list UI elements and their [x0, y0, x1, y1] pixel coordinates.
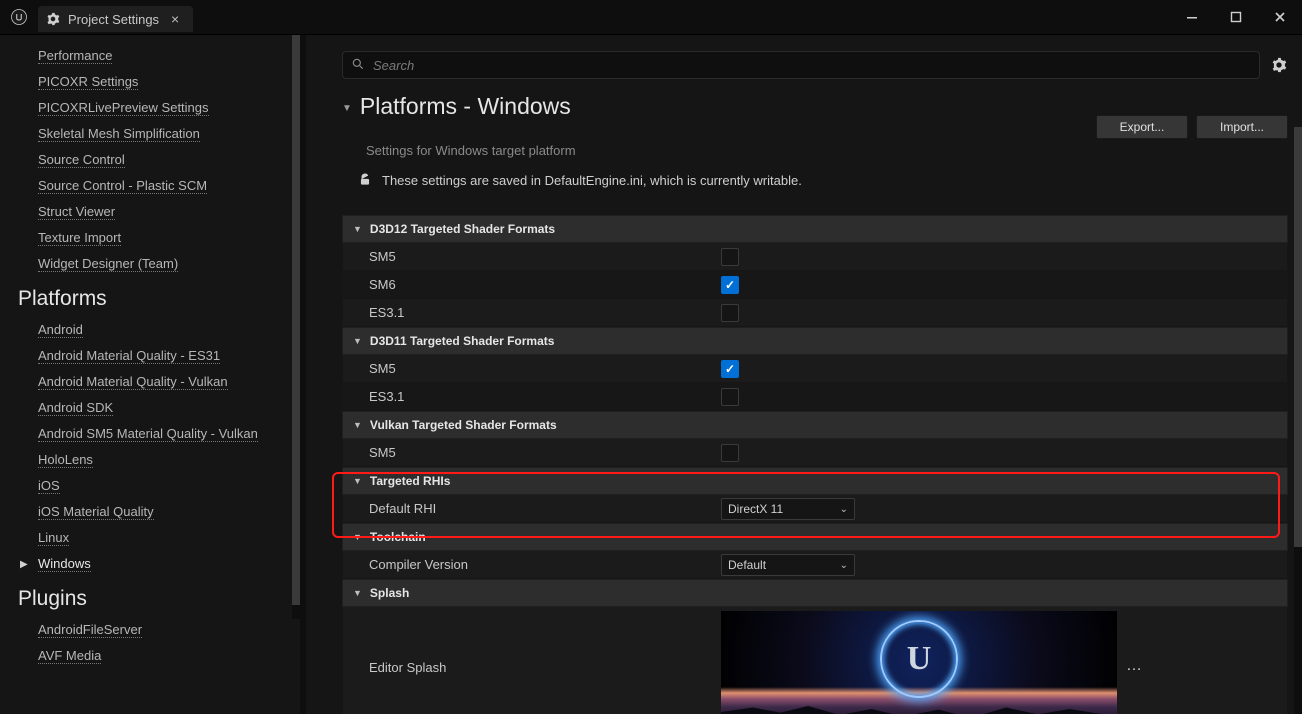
caret-down-icon[interactable]: ▼	[342, 103, 352, 114]
checkbox-d3d11-sm5[interactable]	[721, 360, 739, 378]
sidebar-item-avf-media[interactable]: AVF Media	[0, 643, 300, 669]
sidebar-item-hololens[interactable]: HoloLens	[0, 447, 300, 473]
search-input[interactable]	[371, 57, 1251, 74]
sidebar-group-plugins: AndroidFileServer AVF Media	[0, 617, 300, 669]
caret-down-icon: ▼	[353, 476, 362, 486]
row-compiler-version: Compiler Version Default⌄	[342, 551, 1288, 579]
settings-gear-button[interactable]	[1270, 56, 1288, 74]
row-vulkan-sm5: SM5	[342, 439, 1288, 467]
sidebar-item-source-control[interactable]: Source Control	[0, 147, 300, 173]
caret-down-icon: ▼	[353, 588, 362, 598]
sidebar-item-ios[interactable]: iOS	[0, 473, 300, 499]
dropdown-compiler-version[interactable]: Default⌄	[721, 554, 855, 576]
search-icon	[351, 57, 365, 74]
row-d3d11-sm5: SM5	[342, 355, 1288, 383]
sidebar-item-picoxr-live-preview[interactable]: PICOXRLivePreview Settings	[0, 95, 300, 121]
checkbox-d3d11-es31[interactable]	[721, 388, 739, 406]
section-splash-header[interactable]: ▼Splash	[342, 579, 1288, 607]
caret-down-icon: ▼	[353, 224, 362, 234]
checkbox-vulkan-sm5[interactable]	[721, 444, 739, 462]
caret-right-icon: ▶	[20, 559, 28, 570]
sidebar-item-android[interactable]: Android	[0, 317, 300, 343]
sidebar-item-picoxr-settings[interactable]: PICOXR Settings	[0, 69, 300, 95]
caret-down-icon: ▼	[353, 336, 362, 346]
main-scrollbar-thumb[interactable]	[1294, 127, 1302, 547]
sidebar-item-android-sdk[interactable]: Android SDK	[0, 395, 300, 421]
row-d3d12-sm6: SM6	[342, 271, 1288, 299]
sidebar-group-editor: Performance PICOXR Settings PICOXRLivePr…	[0, 43, 300, 277]
close-button[interactable]	[1258, 0, 1302, 34]
sidebar-item-linux[interactable]: Linux	[0, 525, 300, 551]
row-d3d11-es31: ES3.1	[342, 383, 1288, 411]
chevron-down-icon: ⌄	[840, 560, 848, 571]
window-controls	[1170, 0, 1302, 34]
row-d3d12-es31: ES3.1	[342, 299, 1288, 327]
sidebar-item-android-sm5-mq-vulkan[interactable]: Android SM5 Material Quality - Vulkan	[0, 421, 300, 447]
sidebar-item-source-control-plastic[interactable]: Source Control - Plastic SCM	[0, 173, 300, 199]
sidebar-item-ios-material-quality[interactable]: iOS Material Quality	[0, 499, 300, 525]
sidebar-group-platforms: Android Android Material Quality - ES31 …	[0, 317, 300, 577]
page-title: ▼ Platforms - Windows	[342, 93, 1096, 120]
section-vulkan-header[interactable]: ▼Vulkan Targeted Shader Formats	[342, 411, 1288, 439]
maximize-button[interactable]	[1214, 0, 1258, 34]
sidebar-heading-platforms: Platforms	[0, 277, 300, 317]
sidebar-item-android-mq-vulkan[interactable]: Android Material Quality - Vulkan	[0, 369, 300, 395]
sidebar-item-performance[interactable]: Performance	[0, 43, 300, 69]
sidebar-item-androidfileserver[interactable]: AndroidFileServer	[0, 617, 300, 643]
tab-title: Project Settings	[68, 12, 159, 27]
settings-main: ▼ Platforms - Windows Export... Import..…	[306, 35, 1302, 714]
app-logo-icon	[10, 8, 28, 26]
unlock-icon	[358, 172, 372, 188]
caret-down-icon: ▼	[353, 420, 362, 430]
sidebar-item-windows[interactable]: ▶Windows	[0, 551, 300, 577]
page-subtitle: Settings for Windows target platform	[342, 139, 1288, 168]
checkbox-d3d12-es31[interactable]	[721, 304, 739, 322]
sidebar-item-struct-viewer[interactable]: Struct Viewer	[0, 199, 300, 225]
search-input-wrapper[interactable]	[342, 51, 1260, 79]
caret-down-icon: ▼	[353, 532, 362, 542]
sidebar-scrollbar-thumb[interactable]	[292, 35, 300, 605]
sidebar-item-android-mq-es31[interactable]: Android Material Quality - ES31	[0, 343, 300, 369]
section-toolchain-header[interactable]: ▼Toolchain	[342, 523, 1288, 551]
sidebar-item-texture-import[interactable]: Texture Import	[0, 225, 300, 251]
editor-splash-preview[interactable]: U	[721, 611, 1117, 714]
checkbox-d3d12-sm5[interactable]	[721, 248, 739, 266]
row-editor-splash: Editor Splash U …	[342, 607, 1288, 714]
row-d3d12-sm5: SM5	[342, 243, 1288, 271]
export-button[interactable]: Export...	[1096, 115, 1188, 139]
import-button[interactable]: Import...	[1196, 115, 1288, 139]
tab-close-icon[interactable]: ×	[167, 11, 183, 27]
sidebar-item-skeletal-mesh-simplification[interactable]: Skeletal Mesh Simplification	[0, 121, 300, 147]
checkbox-d3d12-sm6[interactable]	[721, 276, 739, 294]
settings-sidebar: Performance PICOXR Settings PICOXRLivePr…	[0, 35, 300, 714]
row-default-rhi: Default RHI DirectX 11⌄	[342, 495, 1288, 523]
dropdown-default-rhi[interactable]: DirectX 11⌄	[721, 498, 855, 520]
tab-project-settings[interactable]: Project Settings ×	[38, 6, 193, 32]
sidebar-heading-plugins: Plugins	[0, 577, 300, 617]
minimize-button[interactable]	[1170, 0, 1214, 34]
chevron-down-icon: ⌄	[840, 504, 848, 515]
gear-icon	[46, 12, 60, 26]
sidebar-item-widget-designer-team[interactable]: Widget Designer (Team)	[0, 251, 300, 277]
section-targeted-rhis-header[interactable]: ▼Targeted RHIs	[342, 467, 1288, 495]
save-status-text: These settings are saved in DefaultEngin…	[382, 173, 802, 188]
section-d3d12-header[interactable]: ▼D3D12 Targeted Shader Formats	[342, 215, 1288, 243]
browse-editor-splash-button[interactable]: …	[1121, 611, 1147, 714]
titlebar: Project Settings ×	[0, 0, 1302, 35]
section-d3d11-header[interactable]: ▼D3D11 Targeted Shader Formats	[342, 327, 1288, 355]
